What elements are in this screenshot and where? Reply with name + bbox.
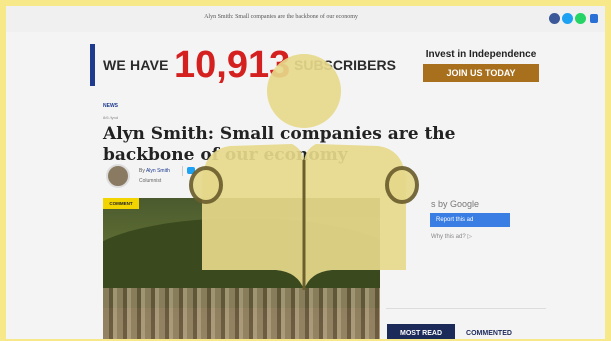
share-bar-headline: Alyn Smith: Small companies are the back…: [204, 14, 358, 20]
tab-commented[interactable]: COMMENTED: [459, 324, 519, 339]
promo-title: Invest in Independence: [425, 49, 537, 60]
whatsapp-icon[interactable]: [575, 13, 586, 24]
article-date: 8/6 /lynd: [103, 115, 119, 120]
sidebar-divider: [386, 308, 546, 309]
author-avatar[interactable]: [106, 164, 130, 188]
hero-town: [103, 288, 380, 339]
report-ad-button[interactable]: Report this ad: [430, 213, 510, 227]
twitter-icon[interactable]: [562, 13, 573, 24]
why-this-ad-link[interactable]: Why this ad? ▷: [431, 233, 472, 240]
comment-tag: COMMENT: [103, 198, 139, 209]
share-bar: Alyn Smith: Small companies are the back…: [6, 6, 605, 32]
browser-page: Alyn Smith: Small companies are the back…: [6, 6, 605, 339]
byline-divider: [182, 166, 183, 176]
ads-by-google: s by Google: [431, 199, 480, 209]
section-label[interactable]: NEWS: [103, 103, 118, 109]
author-link[interactable]: Alyn Smith: [146, 168, 170, 174]
byline-prefix: By: [139, 168, 145, 174]
banner-accent-bar: [90, 44, 95, 86]
join-us-button[interactable]: JOIN US TODAY: [423, 64, 539, 82]
banner-prefix: WE HAVE: [103, 57, 169, 73]
article-title: Alyn Smith: Small companies are the back…: [103, 124, 456, 165]
subscriber-count: 10,913: [174, 44, 291, 86]
tab-most-read[interactable]: MOST READ: [387, 324, 455, 339]
banner-suffix: SUBSCRIBERS: [294, 57, 396, 73]
author-role: Columnist: [139, 178, 162, 184]
hero-image: [103, 198, 380, 339]
byline: By Alyn Smith: [139, 168, 170, 174]
facebook-icon[interactable]: [549, 13, 560, 24]
twitter-icon[interactable]: [187, 167, 195, 174]
messenger-icon[interactable]: [590, 14, 598, 23]
